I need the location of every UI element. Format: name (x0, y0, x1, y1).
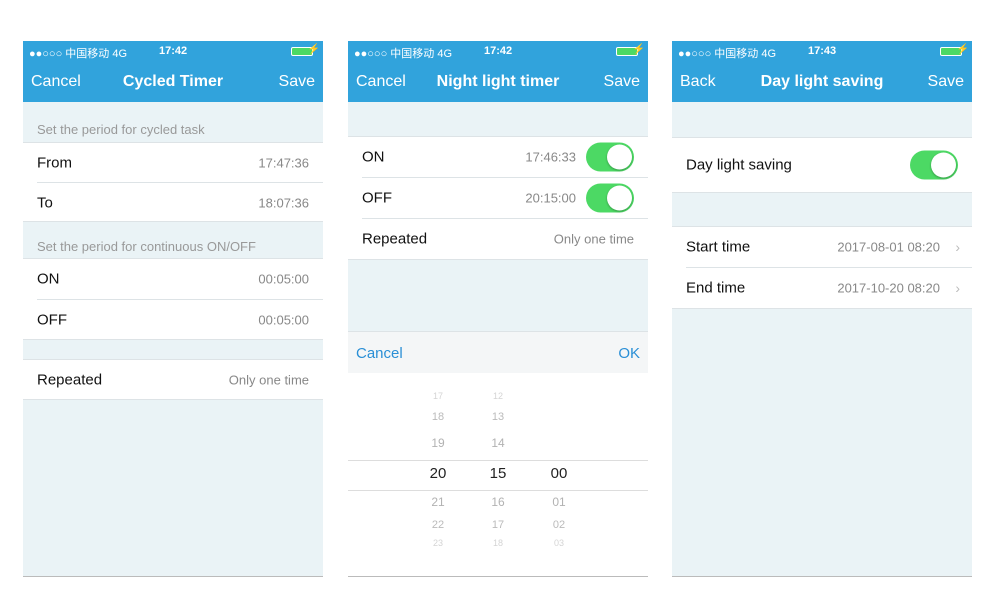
nav-bar: Back Day light saving Save (672, 62, 972, 102)
picker-ok-button[interactable]: OK (618, 345, 640, 362)
section-header: Set the period for cycled task (37, 122, 205, 137)
dls-label: Day light saving (686, 156, 792, 174)
off-value: 00:05:00 (258, 312, 309, 328)
picker-minutes-option[interactable]: 17 (478, 519, 518, 531)
day-light-saving-screen: ●●○○○ 中国移动 4G 17:43 ⚡ Back Day light sav… (672, 41, 972, 577)
section-header: Set the period for continuous ON/OFF (37, 239, 256, 254)
clock: 17:43 (808, 45, 837, 57)
dls-toggle[interactable] (910, 150, 958, 180)
repeated-label: Repeated (362, 230, 428, 248)
start-value: 2017-08-01 08:20 (837, 239, 940, 255)
end-label: End time (686, 279, 746, 297)
picker-hours-option[interactable]: 22 (418, 519, 458, 531)
period-group: Start time 2017-08-01 08:20 › End time 2017… (672, 226, 972, 309)
picker-minutes-option[interactable]: 18 (478, 538, 518, 548)
timer-group: ON 17:46:33 OFF 20:15:00 Repeated Only one … (348, 136, 648, 260)
clock: 17:42 (484, 45, 513, 57)
save-button[interactable]: Save (604, 73, 640, 91)
on-value: 00:05:00 (258, 271, 309, 287)
time-picker[interactable]: 17 18 19 20 21 22 23 12 13 14 15 16 17 18 00 01 02 03 (348, 373, 648, 576)
to-label: To (37, 194, 53, 211)
repeated-row[interactable]: Repeated Only one time (348, 219, 648, 259)
to-row[interactable]: To 18:07:36 (23, 183, 323, 222)
clock: 17:42 (159, 45, 188, 57)
start-label: Start time (686, 238, 751, 256)
off-row[interactable]: OFF 00:05:00 (23, 300, 323, 340)
save-button[interactable]: Save (279, 73, 315, 91)
cycled-timer-screen: ●●○○○ 中国移动 4G 17:42 ⚡ Cancel Cycled Time… (23, 41, 323, 577)
cycled-period-group: From 17:47:36 To 18:07:36 (23, 142, 323, 222)
status-bar: ●●○○○ 中国移动 4G 17:43 ⚡ (672, 41, 972, 62)
picker-seconds-option[interactable]: 02 (539, 519, 579, 531)
on-row[interactable]: ON 00:05:00 (23, 259, 323, 299)
nav-bar: Cancel Night light timer Save (348, 62, 648, 102)
picker-minutes-option[interactable]: 16 (478, 495, 518, 509)
start-time-row[interactable]: Start time 2017-08-01 08:20 › (672, 227, 972, 267)
status-bar: ●●○○○ 中国移动 4G 17:42 ⚡ (348, 41, 648, 62)
off-label: OFF (37, 311, 67, 329)
off-value[interactable]: 20:15:00 (525, 191, 576, 206)
charging-icon: ⚡ (632, 44, 645, 55)
save-button[interactable]: Save (928, 73, 964, 91)
picker-minutes-option[interactable]: 14 (478, 436, 518, 450)
picker-minutes-option[interactable]: 15 (478, 465, 518, 482)
chevron-right-icon: › (955, 239, 960, 255)
repeated-value: Only one time (553, 231, 634, 247)
repeated-label: Repeated (37, 371, 103, 388)
on-value[interactable]: 17:46:33 (525, 150, 576, 165)
charging-icon: ⚡ (307, 44, 320, 55)
picker-toolbar: Cancel OK (348, 331, 648, 373)
picker-hours-option[interactable]: 20 (418, 465, 458, 482)
on-label: ON (362, 148, 385, 166)
picker-hours-option[interactable]: 21 (418, 495, 458, 509)
to-value: 18:07:36 (258, 195, 309, 210)
on-label: ON (37, 270, 60, 288)
picker-hours-option[interactable]: 19 (418, 436, 458, 450)
repeated-value: Only one time (228, 372, 309, 387)
end-value: 2017-10-20 08:20 (837, 280, 940, 296)
onoff-group: ON 00:05:00 OFF 00:05:00 (23, 258, 323, 340)
picker-hours-option[interactable]: 23 (418, 538, 458, 548)
picker-seconds-option[interactable]: 00 (539, 465, 579, 482)
day-light-saving-row: Day light saving (672, 137, 972, 193)
repeated-row[interactable]: Repeated Only one time (23, 359, 323, 400)
chevron-right-icon: › (955, 280, 960, 296)
on-toggle[interactable] (586, 142, 634, 172)
off-label: OFF (362, 189, 392, 207)
charging-icon: ⚡ (956, 44, 969, 55)
picker-hours-option[interactable]: 17 (418, 391, 458, 401)
picker-minutes-option[interactable]: 13 (478, 411, 518, 423)
night-light-timer-screen: ●●○○○ 中国移动 4G 17:42 ⚡ Cancel Night light… (348, 41, 648, 577)
picker-seconds-option[interactable]: 01 (539, 495, 579, 509)
picker-seconds-option[interactable]: 03 (539, 538, 579, 548)
carrier: ●●○○○ 中国移动 4G (29, 48, 128, 60)
from-row[interactable]: From 17:47:36 (23, 143, 323, 182)
picker-minutes-option[interactable]: 12 (478, 391, 518, 401)
from-value: 17:47:36 (258, 155, 309, 170)
on-row: ON 17:46:33 (348, 137, 648, 177)
from-label: From (37, 154, 72, 171)
picker-hours-option[interactable]: 18 (418, 411, 458, 423)
carrier: ●●○○○ 中国移动 4G (354, 48, 453, 60)
off-toggle[interactable] (586, 183, 634, 213)
nav-bar: Cancel Cycled Timer Save (23, 62, 323, 102)
picker-cancel-button[interactable]: Cancel (356, 345, 403, 362)
end-time-row[interactable]: End time 2017-10-20 08:20 › (672, 268, 972, 308)
off-row: OFF 20:15:00 (348, 178, 648, 218)
carrier: ●●○○○ 中国移动 4G (678, 48, 777, 60)
status-bar: ●●○○○ 中国移动 4G 17:42 ⚡ (23, 41, 323, 62)
